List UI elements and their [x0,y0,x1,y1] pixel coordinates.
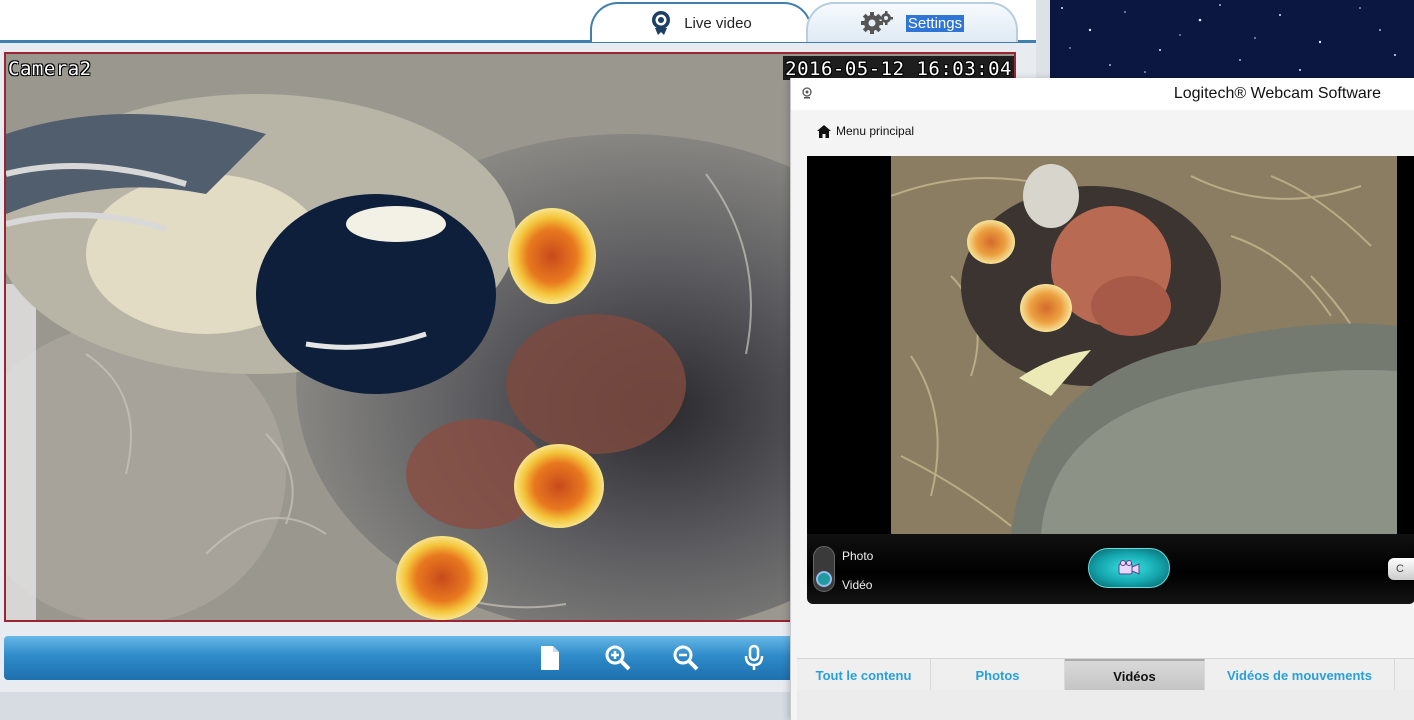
mode-photo-label[interactable]: Photo [842,549,873,563]
mode-video-label[interactable]: Vidéo [842,578,872,592]
starfield-image [1061,4,1396,73]
content-tabs: Tout le contenu Photos Vidéos Vidéos de … [797,658,1414,691]
tab-settings-label: Settings [905,14,965,32]
tab-all-content[interactable]: Tout le contenu [797,659,931,691]
gears-icon [860,11,893,34]
tab-settings[interactable]: Settings [806,2,1018,42]
record-video-button[interactable] [1088,548,1170,588]
side-button[interactable]: C [1388,558,1414,580]
tab-videos[interactable]: Vidéos [1065,659,1205,691]
tab-photos[interactable]: Photos [931,659,1065,691]
video-camera-icon [1118,560,1140,575]
tab-live-video[interactable]: Live video [590,2,812,42]
webcam-app-icon [802,87,812,99]
camera-name-overlay: Camera2 [8,58,92,80]
gallery-area [797,690,1414,720]
capture-control-bar: Photo Vidéo C [807,534,1414,604]
snapshot-icon [541,646,559,670]
tab-motion-videos[interactable]: Vidéos de mouvements [1205,659,1395,691]
main-menu-link[interactable]: Menu principal [817,124,914,138]
microphone-icon [744,644,764,670]
nest-preview-image [891,156,1397,534]
home-icon [817,124,831,138]
toggle-knob [816,571,832,587]
zoom-in-button[interactable] [602,642,634,674]
webcam-preview [807,156,1414,534]
microphone-button[interactable] [738,642,770,674]
zoom-in-icon [605,645,631,671]
desktop-background [1050,0,1414,80]
timestamp-overlay: 2016-05-12 16:03:04 [783,56,1014,80]
snapshot-button[interactable] [534,642,566,674]
zoom-out-icon [673,645,699,671]
main-menu-label: Menu principal [836,124,915,138]
zoom-out-button[interactable] [670,642,702,674]
logitech-window: Logitech® Webcam Software Menu principal [790,78,1414,720]
webcam-preview-image [891,156,1397,534]
webcam-icon [652,11,671,35]
logitech-title: Logitech® Webcam Software [1173,85,1381,102]
logitech-titlebar: Logitech® Webcam Software [791,78,1414,110]
tab-live-video-label: Live video [684,14,752,32]
photo-video-toggle[interactable] [813,546,835,592]
